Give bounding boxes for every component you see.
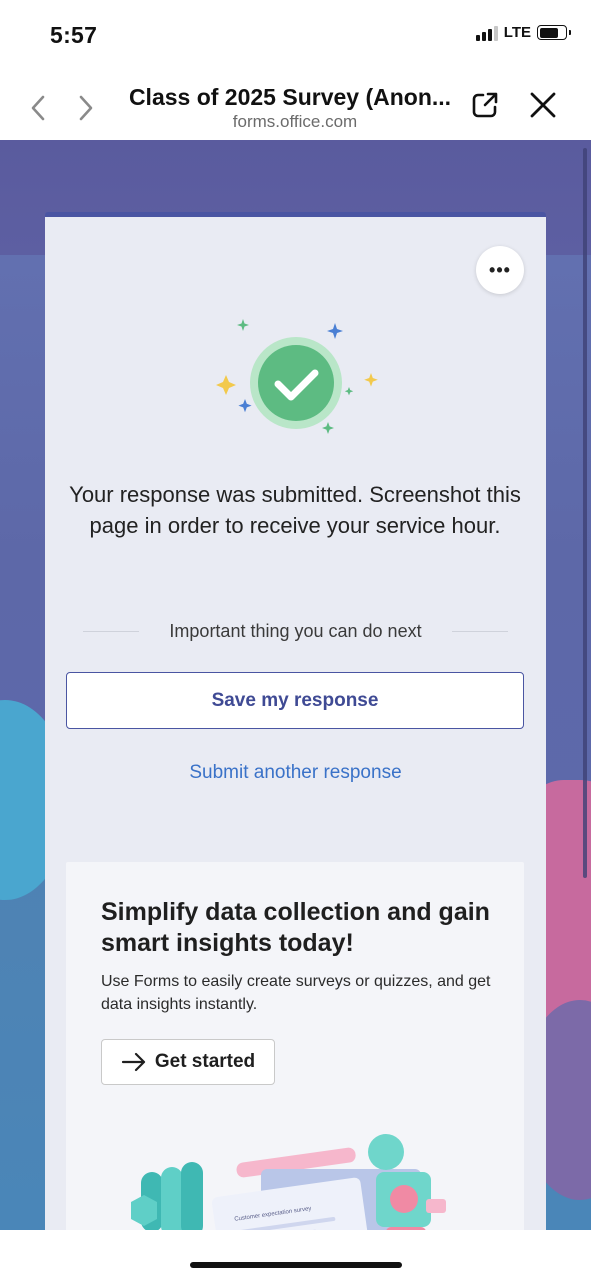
- status-time: 5:57: [50, 22, 98, 48]
- get-started-label: Get started: [154, 1051, 256, 1072]
- forward-arrow-icon[interactable]: [76, 94, 96, 122]
- next-steps-divider: Important thing you can do next: [83, 621, 509, 642]
- status-indicators: LTE: [475, 24, 571, 41]
- submission-message: Your response was submitted. Screenshot …: [69, 482, 521, 538]
- status-bar: 5:57 LTE: [0, 0, 591, 70]
- submit-another-link[interactable]: Submit another response: [45, 762, 546, 784]
- open-external-icon[interactable]: [470, 90, 500, 120]
- cellular-signal-icon: [475, 25, 498, 41]
- battery-icon: [537, 25, 571, 40]
- save-response-button[interactable]: Save my response: [66, 672, 524, 729]
- network-type: LTE: [503, 24, 531, 41]
- promo-title: Simplify data collection and gain smart …: [101, 898, 490, 957]
- get-started-button[interactable]: Get started: [101, 1039, 275, 1085]
- divider-line: [83, 631, 140, 632]
- more-options-button[interactable]: •••: [476, 246, 524, 294]
- scrollbar[interactable]: [583, 148, 587, 878]
- next-steps-heading: Important thing you can do next: [169, 621, 422, 641]
- divider-line: [451, 631, 509, 632]
- close-icon[interactable]: [528, 90, 558, 120]
- home-indicator[interactable]: [190, 1262, 402, 1268]
- web-content: ••• Your response was submitted. Screens…: [0, 140, 591, 1230]
- arrow-right-icon: [121, 1052, 145, 1072]
- check-circle-icon: [216, 319, 378, 434]
- promo-description: Use Forms to easily create surveys or qu…: [101, 973, 491, 1013]
- forms-illustration: Customer expectation survey: [131, 1134, 446, 1230]
- forms-promo-panel: Simplify data collection and gain smart …: [66, 862, 524, 1230]
- back-arrow-icon[interactable]: [28, 94, 48, 122]
- form-card: ••• Your response was submitted. Screens…: [45, 212, 546, 1230]
- page-url: forms.office.com: [232, 112, 358, 131]
- bottom-bar: [0, 1230, 591, 1280]
- page-title: Class of 2025 Survey (Anon...: [128, 84, 452, 110]
